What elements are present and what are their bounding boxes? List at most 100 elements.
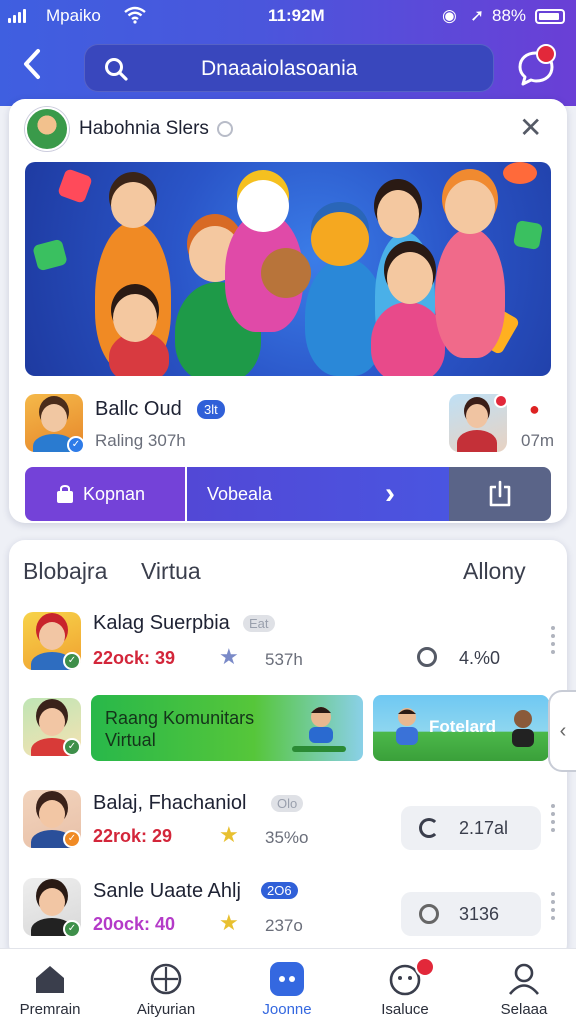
list-item-tag: 2O6: [261, 882, 298, 899]
list-item-name[interactable]: Kalag Suerpbia: [93, 612, 230, 635]
verified-check-icon: ✓: [67, 436, 85, 454]
star-icon: ★: [219, 644, 239, 669]
nav-notifications[interactable]: Isaluce: [355, 949, 455, 1024]
refresh-icon: [419, 818, 439, 838]
carrier-name: Mpaiko: [46, 6, 101, 25]
battery-percent: 88%: [492, 6, 527, 25]
more-options-icon[interactable]: [551, 892, 555, 924]
character-head: [387, 252, 433, 304]
list-item-stat: 3136: [459, 904, 500, 924]
visit-button[interactable]: Vobeala ›: [187, 467, 449, 521]
live-icon: ●: [529, 399, 540, 419]
notification-badge: [415, 957, 435, 977]
close-icon[interactable]: ✕: [519, 113, 542, 143]
featured-world-banner[interactable]: Fotelard: [373, 695, 549, 761]
back-button[interactable]: [14, 46, 50, 86]
more-options-icon[interactable]: [551, 626, 555, 658]
rating-text: Raling 307h: [95, 431, 186, 450]
compass-icon: [150, 963, 182, 995]
nav-label: Aityurian: [136, 1001, 196, 1018]
share-icon: [489, 480, 511, 507]
list-item-sub: 35%o: [265, 828, 309, 847]
list-item-tag: Eat: [243, 615, 275, 632]
chat-notification-badge: [536, 44, 556, 64]
verified-check-icon: ✓: [63, 920, 81, 938]
list-item-tag: Olo: [271, 795, 304, 812]
star-icon: ★: [219, 822, 239, 847]
nav-label: Joonne: [262, 1001, 312, 1018]
banner-secondary-title: Fotelard: [429, 717, 497, 736]
list-item-name[interactable]: Balaj, Fhachaniol: [93, 792, 246, 815]
app-header: Mpaiko 11:92M ◉ ➚ 88% Dnaaaiolasoania: [0, 0, 576, 106]
chat-bubble-icon: [270, 962, 304, 996]
decor-shape: [57, 168, 93, 204]
community-avatar[interactable]: [25, 107, 69, 151]
list-item-stat: 4.%0: [459, 648, 501, 668]
child-illustration: [292, 707, 346, 752]
mascot-head: [237, 180, 289, 232]
nav-explore[interactable]: Aityurian: [116, 949, 216, 1024]
star-icon: ★: [219, 910, 239, 935]
progress-ring-icon: [419, 904, 439, 924]
nav-label: Selaaa: [500, 1001, 548, 1018]
list-item-meta: 22ock: 39: [93, 648, 176, 668]
decor-shape: [512, 219, 544, 251]
card-title: Habohnia Slers: [79, 118, 209, 139]
decor-shape: [32, 238, 68, 272]
child-illustration: [396, 708, 418, 745]
bag-icon: [57, 484, 73, 503]
nav-chat[interactable]: Joonne: [237, 949, 337, 1024]
character-head: [113, 294, 157, 342]
share-button[interactable]: [449, 467, 551, 521]
child-illustration: [512, 710, 534, 747]
virtual-community-banner[interactable]: Raang Komunitars Virtual: [91, 695, 363, 761]
nav-home[interactable]: Premrain: [0, 949, 100, 1024]
visit-button-label: Vobeala: [207, 483, 273, 504]
bottom-navigation: Premrain Aityurian Joonne Isaluce Selaaa: [0, 948, 576, 1024]
character-figure: [371, 302, 445, 376]
chevron-right-icon: ›: [385, 477, 395, 510]
list-item-meta: 20ock: 40: [93, 914, 176, 934]
character-figure: [435, 228, 505, 358]
creator-name[interactable]: Ballc Oud: [95, 398, 182, 421]
list-item-meta: 22rok: 29: [93, 826, 173, 846]
list-item-sub: 237o: [265, 916, 303, 935]
mascot-head: [311, 212, 369, 266]
search-icon: [105, 58, 128, 81]
nav-label: Premrain: [19, 1001, 81, 1018]
side-drawer-handle[interactable]: ‹: [548, 690, 576, 772]
status-bar: Mpaiko 11:92M ◉ ➚ 88%: [0, 6, 576, 28]
creator-badge: 3lt: [197, 400, 225, 419]
list-item-name[interactable]: Sanle Uaate Ahlj: [93, 880, 241, 903]
action-bar: Kopnan Vobeala ›: [25, 467, 551, 521]
list-tab-primary[interactable]: Blobajra: [23, 558, 107, 585]
wifi-icon: [124, 6, 146, 29]
verified-check-icon: ✓: [63, 738, 81, 756]
more-options-icon[interactable]: [551, 804, 555, 836]
join-button[interactable]: Kopnan: [25, 467, 187, 521]
progress-ring-icon: [417, 647, 437, 667]
chevron-left-icon: [24, 49, 40, 79]
verified-check-icon: ✓: [63, 830, 81, 848]
member-online-badge: [494, 394, 508, 408]
signal-icon: [8, 9, 26, 23]
hero-image[interactable]: [25, 162, 551, 376]
join-button-label: Kopnan: [83, 483, 146, 504]
location-icon: ➚: [470, 6, 485, 25]
nav-profile[interactable]: Selaaa: [474, 949, 574, 1024]
bear-figure: [261, 248, 311, 298]
clock: 11:92M: [268, 6, 325, 25]
home-icon: [36, 966, 64, 993]
search-query: Dnaaaiolasoania: [201, 57, 358, 80]
character-head: [111, 182, 155, 228]
search-bar[interactable]: Dnaaaiolasoania: [84, 44, 494, 92]
list-item-sub: 537h: [265, 650, 303, 669]
list-tab-other[interactable]: Allony: [463, 558, 526, 585]
character-head: [377, 190, 419, 238]
list-tab-virtual[interactable]: Virtua: [141, 558, 201, 585]
viewer-count: 07m: [521, 431, 555, 450]
character-head: [445, 180, 495, 234]
community-list-card: Blobajra Virtua Allony ✓ Kalag Suerpbia …: [9, 540, 567, 960]
profile-icon: [508, 963, 540, 995]
verified-check-icon: ✓: [63, 652, 81, 670]
